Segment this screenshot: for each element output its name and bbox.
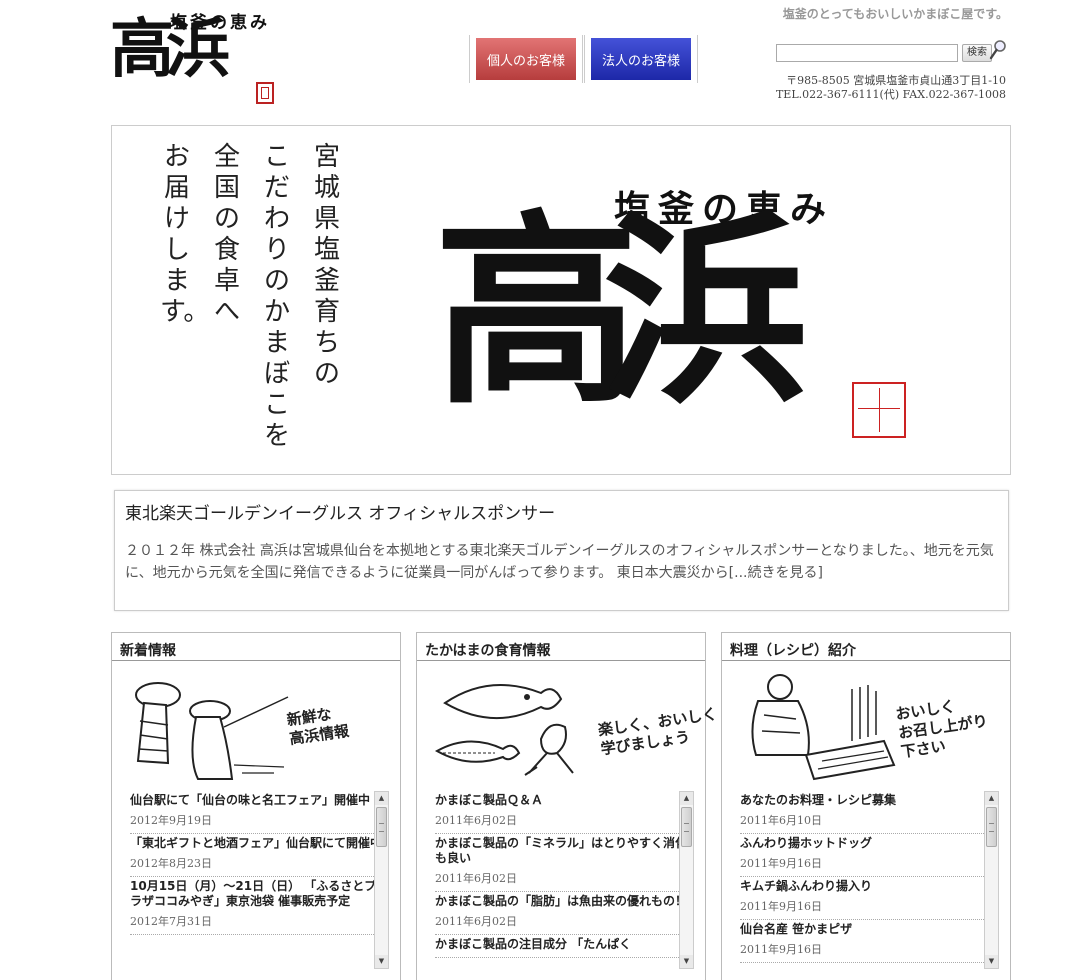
sponsor-news-text: ２０１２年 株式会社 高浜は宮城県仙台を本拠地とする東北楽天ゴルデンイーグルスの… (125, 543, 994, 581)
list-item[interactable]: 仙台駅にて「仙台の味と名工フェア」開催中 2012年9月19日 (130, 791, 384, 834)
illustration-caption: 楽しく、おいしく 学びましょう (597, 705, 721, 759)
list-scrollbar[interactable]: ▲ ▼ (374, 791, 389, 969)
hero-vertical-line-3: 全国の食卓へ (213, 142, 240, 327)
list-item-date: 2011年6月10日 (740, 814, 822, 827)
nav-personal-customers-button[interactable]: 個人のお客様 (469, 35, 583, 83)
fisherman-illustration (135, 682, 289, 780)
list-item-date: 2011年6月02日 (435, 915, 517, 928)
nav-corporate-customers-button[interactable]: 法人のお客様 (584, 35, 698, 83)
list-scrollbar[interactable]: ▲ ▼ (984, 791, 999, 969)
panel-illustration: おいしく お召し上がり 下さい (722, 661, 1010, 789)
panel-recipes: 料理（レシピ）紹介 おいしく お召し上がり 下さい あなたのお料理・レシピ募集 … (721, 632, 1011, 980)
list-item-title[interactable]: かまぼこ製品Ｑ＆Ａ (435, 793, 689, 808)
list-item-title[interactable]: 仙台名産 笹かまピザ (740, 922, 994, 937)
nav-corporate-label: 法人のお客様 (591, 38, 691, 80)
list-item[interactable]: 仙台名産 笹かまピザ 2011年9月16日 (740, 920, 994, 963)
scroll-thumb[interactable] (986, 807, 997, 847)
panel-title: 新着情報 (112, 633, 400, 661)
panel-title: 料理（レシピ）紹介 (722, 633, 1010, 661)
search-input[interactable] (776, 44, 958, 62)
logo[interactable]: 塩釜の恵み 高浜 (110, 4, 278, 108)
site-tagline: 塩釜のとってもおいしいかまぼこ屋です。 (782, 7, 1008, 21)
list-item-title[interactable]: 仙台駅にて「仙台の味と名工フェア」開催中 (130, 793, 384, 808)
list-item-date: 2011年6月02日 (435, 814, 517, 827)
list-item-title[interactable]: かまぼこ製品の「脂肪」は魚由来の優れもの！ (435, 894, 689, 909)
sponsor-news-box: 東北楽天ゴールデンイーグルス オフィシャルスポンサー ２０１２年 株式会社 高浜… (114, 490, 1009, 611)
cook-illustration (751, 674, 896, 781)
scroll-down-arrow-icon[interactable]: ▼ (375, 955, 388, 968)
address-line: 〒985-8505 宮城県塩釜市貞山通3丁目1-10 (786, 74, 1006, 87)
seal-stamp-icon (256, 82, 274, 104)
list-item[interactable]: 「東北ギフトと地酒フェア」仙台駅にて開催中 2012年8月23日 (130, 834, 384, 877)
hero-wordmark: 高浜 (434, 192, 808, 432)
scroll-thumb[interactable] (376, 807, 387, 847)
sponsor-news-body: ２０１２年 株式会社 高浜は宮城県仙台を本拠地とする東北楽天ゴルデンイーグルスの… (125, 540, 998, 584)
food-education-list: かまぼこ製品Ｑ＆Ａ 2011年6月02日 かまぼこ製品の「ミネラル」はとりやすく… (435, 791, 689, 969)
list-item-title[interactable]: ふんわり揚ホットドッグ (740, 836, 994, 851)
panel-title: たかはまの食育情報 (417, 633, 705, 661)
hero-banner: 宮城県塩釜育ちの こだわりのかまぼこを 全国の食卓へ お届けします。 塩釜の恵み… (111, 125, 1011, 475)
scroll-down-arrow-icon[interactable]: ▼ (680, 955, 693, 968)
seal-stamp-icon (852, 382, 906, 438)
list-scrollbar[interactable]: ▲ ▼ (679, 791, 694, 969)
list-item[interactable]: かまぼこ製品の注目成分 「たんぱく (435, 935, 689, 958)
list-item-title[interactable]: あなたのお料理・レシピ募集 (740, 793, 994, 808)
list-item-date: 2012年9月19日 (130, 814, 212, 827)
list-item[interactable]: かまぼこ製品の「脂肪」は魚由来の優れもの！ 2011年6月02日 (435, 892, 689, 935)
scroll-thumb[interactable] (681, 807, 692, 847)
list-item-title[interactable]: キムチ鍋ふんわり揚入り (740, 879, 994, 894)
list-item-date: 2012年8月23日 (130, 857, 212, 870)
hero-vertical-line-1: 宮城県塩釜育ちの (313, 142, 340, 389)
read-more-link[interactable]: [...続きを見る] (729, 565, 823, 581)
scroll-down-arrow-icon[interactable]: ▼ (985, 955, 998, 968)
scroll-up-arrow-icon[interactable]: ▲ (985, 792, 998, 805)
panel-new-info: 新着情報 新鮮な 高浜情報 仙台駅にて「仙台の味と名工フェア」開催中 2012年… (111, 632, 401, 980)
panel-food-education: たかはまの食育情報 楽しく、おいしく 学びましょう かまぼこ製品Ｑ＆Ａ 2011… (416, 632, 718, 980)
list-item[interactable]: 10月15日（月）～21日（日） 「ふるさとプラザココみやぎ」東京池袋 催事販売… (130, 877, 384, 935)
hero-vertical-line-4: お届けします。 (160, 142, 210, 327)
panel-illustration: 楽しく、おいしく 学びましょう (417, 661, 718, 789)
logo-wordmark: 高浜 (110, 12, 230, 87)
list-item-title[interactable]: かまぼこ製品の注目成分 「たんぱく (435, 937, 689, 952)
illustration-caption: おいしく お召し上がり 下さい (894, 693, 991, 762)
scroll-up-arrow-icon[interactable]: ▲ (680, 792, 693, 805)
illustration-caption: 新鮮な 高浜情報 (286, 703, 351, 749)
magnifier-icon (989, 40, 1006, 60)
list-item[interactable]: ふんわり揚ホットドッグ 2011年9月16日 (740, 834, 994, 877)
list-item-title[interactable]: かまぼこ製品の「ミネラル」はとりやすく消化も良い (435, 836, 689, 866)
list-item-date: 2011年6月02日 (435, 872, 517, 885)
scroll-up-arrow-icon[interactable]: ▲ (375, 792, 388, 805)
phone-fax-line: TEL.022-367-6111(代) FAX.022-367-1008 (775, 88, 1006, 101)
list-item-date: 2011年9月16日 (740, 857, 822, 870)
recipe-list: あなたのお料理・レシピ募集 2011年6月10日 ふんわり揚ホットドッグ 201… (740, 791, 994, 969)
news-list: 仙台駅にて「仙台の味と名工フェア」開催中 2012年9月19日 「東北ギフトと地… (130, 791, 384, 969)
list-item-date: 2012年7月31日 (130, 915, 212, 928)
list-item-title[interactable]: 「東北ギフトと地酒フェア」仙台駅にて開催中 (130, 836, 384, 851)
list-item-date: 2011年9月16日 (740, 943, 822, 956)
sponsor-news-title: 東北楽天ゴールデンイーグルス オフィシャルスポンサー (125, 504, 556, 524)
fish-illustration (434, 684, 574, 776)
list-item[interactable]: かまぼこ製品の「ミネラル」はとりやすく消化も良い 2011年6月02日 (435, 834, 689, 892)
company-address: 〒985-8505 宮城県塩釜市貞山通3丁目1-10 TEL.022-367-6… (776, 74, 1006, 102)
list-item-title[interactable]: 10月15日（月）～21日（日） 「ふるさとプラザココみやぎ」東京池袋 催事販売… (130, 879, 384, 909)
list-item[interactable]: あなたのお料理・レシピ募集 2011年6月10日 (740, 791, 994, 834)
panel-illustration: 新鮮な 高浜情報 (112, 661, 400, 789)
list-item[interactable]: キムチ鍋ふんわり揚入り 2011年9月16日 (740, 877, 994, 920)
list-item[interactable]: かまぼこ製品Ｑ＆Ａ 2011年6月02日 (435, 791, 689, 834)
hero-vertical-line-2: こだわりのかまぼこを (263, 142, 290, 451)
list-item-date: 2011年9月16日 (740, 900, 822, 913)
nav-personal-label: 個人のお客様 (476, 38, 576, 80)
